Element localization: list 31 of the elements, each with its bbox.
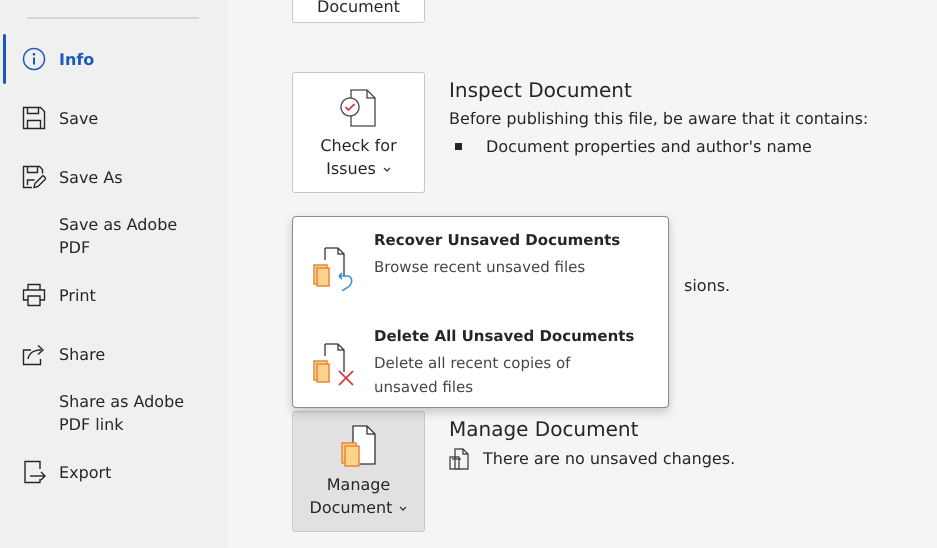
description-text: sions. xyxy=(684,276,730,295)
sidebar-item[interactable]: Info xyxy=(0,34,228,84)
bullet-text: Document properties and author's name xyxy=(486,136,812,158)
caret-icon xyxy=(382,167,391,172)
sidebar-item[interactable]: Save as Adobe PDF xyxy=(0,211,228,261)
document-button[interactable]: Document xyxy=(292,0,425,23)
sidebar-item[interactable]: Export xyxy=(0,447,228,497)
dropdown-button[interactable]: Manage Document xyxy=(292,411,425,532)
documents-icon xyxy=(449,448,469,470)
info-icon xyxy=(22,47,46,71)
sidebar-item[interactable]: Save As xyxy=(0,152,228,202)
caret-icon xyxy=(399,506,408,512)
bullet-icon xyxy=(455,143,462,150)
menu-item-description: Browse recent unsaved files xyxy=(374,257,586,278)
documents-icon xyxy=(338,423,378,467)
sidebar-item[interactable]: Save xyxy=(0,93,228,143)
printer-icon xyxy=(22,283,46,307)
menu-item-title: Delete All Unsaved Documents xyxy=(374,326,634,347)
section-title: Inspect Document xyxy=(449,77,633,104)
sidebar-item[interactable]: Share as Adobe PDF link xyxy=(0,388,228,438)
description-text: Before publishing this file, be aware that it contains: xyxy=(449,108,868,130)
share-icon xyxy=(22,342,46,366)
sidebar-item[interactable]: Share xyxy=(0,329,228,379)
dropdown-button[interactable]: Check for Issues xyxy=(292,72,425,193)
menu-item-title: Recover Unsaved Documents xyxy=(374,230,620,251)
floppy-disk-pencil-icon xyxy=(22,165,46,189)
menu-item[interactable]: Recover Unsaved Documents Browse recent unsaved files xyxy=(293,229,668,325)
menu-item-description: Delete all recent copies of unsaved files xyxy=(374,353,572,398)
sidebar-item[interactable]: Print xyxy=(0,270,228,320)
status-text: There are no unsaved changes. xyxy=(483,448,736,470)
export-icon xyxy=(22,460,46,484)
